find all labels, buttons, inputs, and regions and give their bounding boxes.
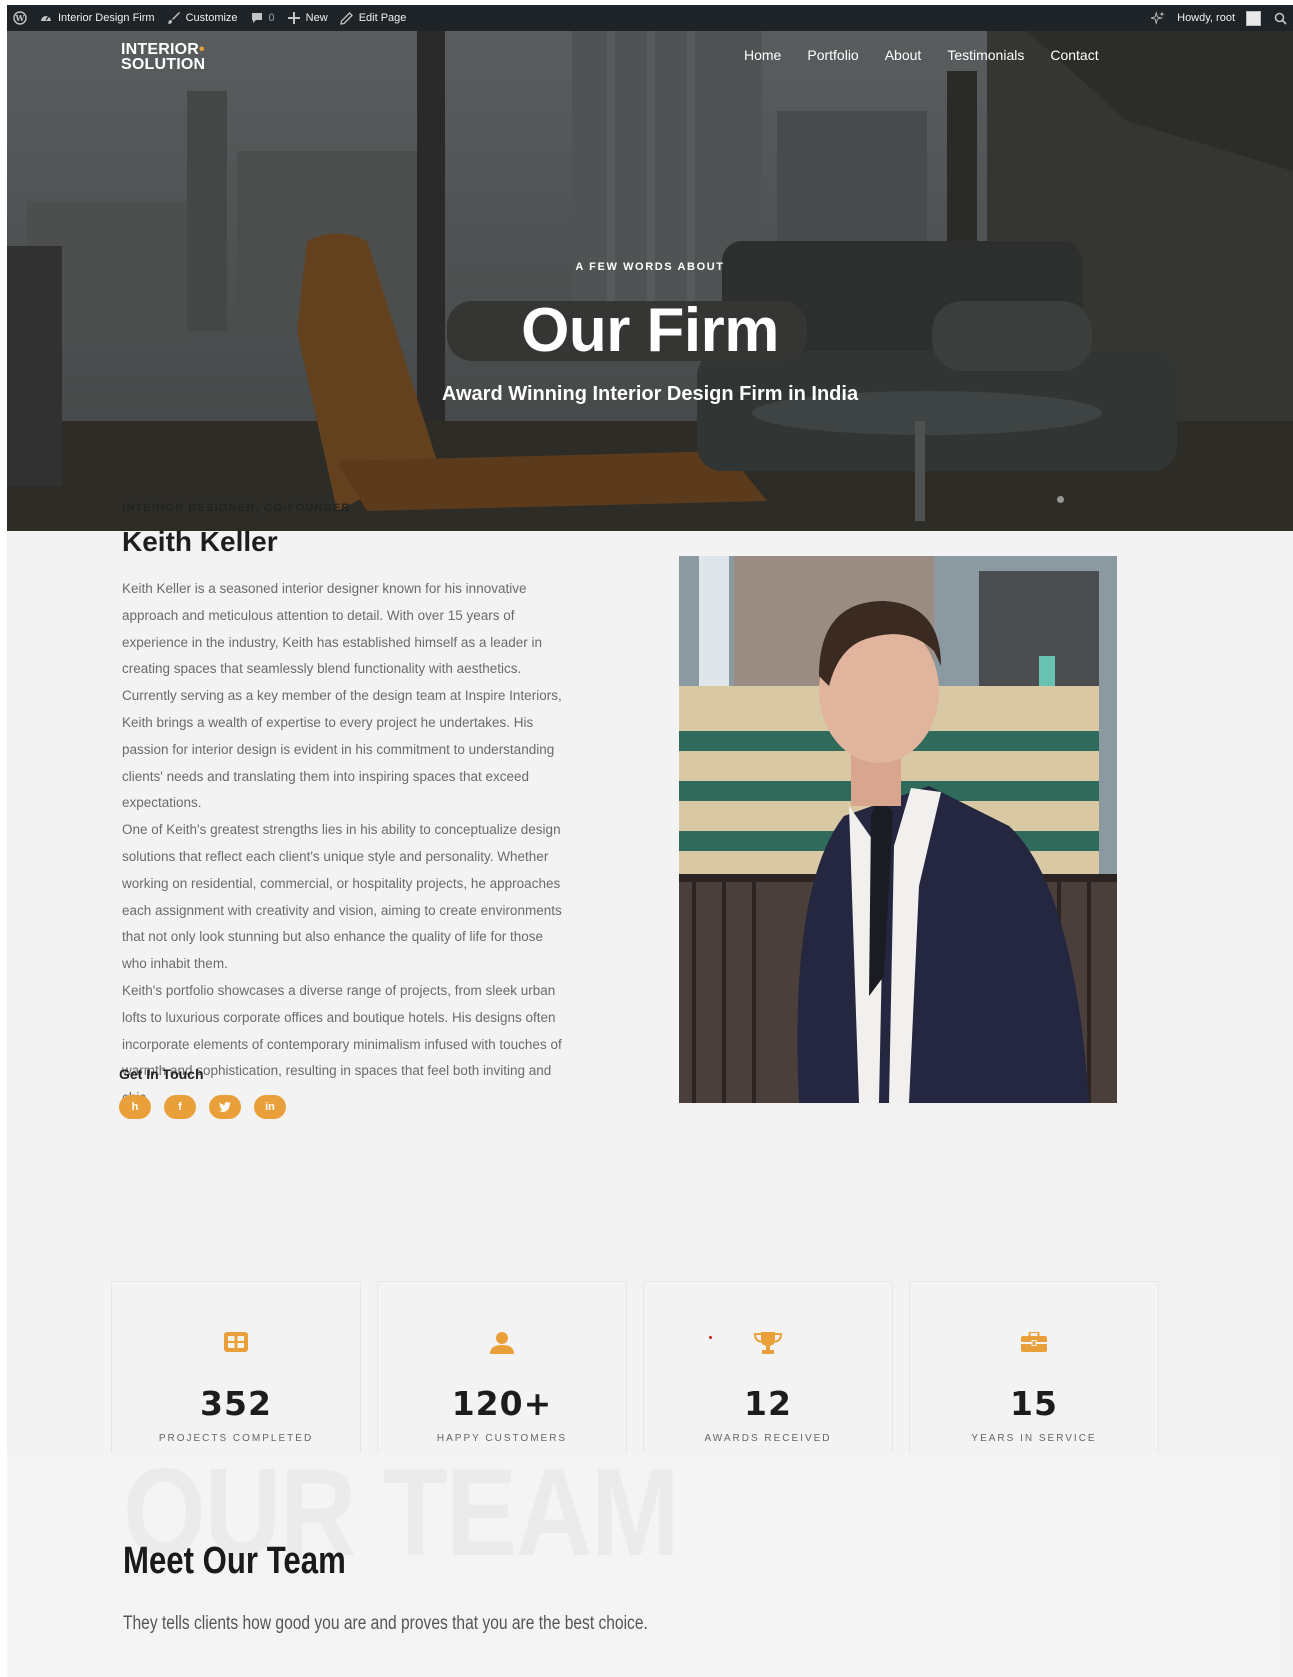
facebook-icon[interactable]: f xyxy=(164,1095,196,1119)
social-links: h f in xyxy=(119,1095,286,1119)
profile-photo xyxy=(679,556,1117,1103)
avatar xyxy=(1246,10,1261,26)
comments-link[interactable]: 0 xyxy=(244,5,281,31)
team-subtitle: They tells clients how good you are and … xyxy=(123,1613,648,1634)
admin-bar: W Interior Design Firm Customize 0 New E… xyxy=(7,5,1293,31)
site-logo[interactable]: INTERIOR• SOLUTION xyxy=(121,42,206,73)
new-content-link[interactable]: New xyxy=(281,5,334,31)
account-menu[interactable]: Howdy, root xyxy=(1171,5,1267,31)
main-navigation: Home Portfolio About Testimonials Contac… xyxy=(744,47,1125,63)
ai-assistant-button[interactable] xyxy=(1145,5,1171,31)
stray-dot xyxy=(709,1336,712,1339)
comments-count: 0 xyxy=(268,12,275,24)
wordpress-icon: W xyxy=(13,11,27,25)
stat-value: 12 xyxy=(744,1384,792,1423)
new-label: New xyxy=(305,12,328,24)
bio-paragraph: Keith Keller is a seasoned interior desi… xyxy=(122,581,562,811)
briefcase-icon xyxy=(910,1332,1158,1352)
bio-paragraph: Keith's portfolio showcases a diverse ra… xyxy=(122,982,562,1105)
user-icon xyxy=(378,1332,626,1354)
get-in-touch-heading: Get In Touch xyxy=(119,1066,204,1082)
site-name-label: Interior Design Firm xyxy=(58,12,155,24)
logo-line-2: SOLUTION xyxy=(121,56,206,73)
profile-bio: Keith Keller is a seasoned interior desi… xyxy=(122,576,562,1112)
customize-link[interactable]: Customize xyxy=(161,5,244,31)
site-name-link[interactable]: Interior Design Firm xyxy=(33,5,161,31)
customize-label: Customize xyxy=(185,12,238,24)
howdy-label: Howdy, root xyxy=(1177,12,1235,24)
houzz-icon[interactable]: h xyxy=(119,1095,151,1119)
stat-card: 12 AWARDS RECEIVED xyxy=(643,1281,893,1453)
profile-name: Keith Keller xyxy=(122,526,278,557)
trophy-icon xyxy=(644,1332,892,1354)
pencil-icon xyxy=(340,11,354,25)
team-title: Meet Our Team xyxy=(123,1540,346,1582)
bio-paragraph: One of Keith's greatest strengths lies i… xyxy=(122,822,562,972)
edit-page-label: Edit Page xyxy=(358,12,407,24)
linkedin-icon[interactable]: in xyxy=(254,1095,286,1119)
stat-value: 120+ xyxy=(451,1384,553,1423)
hero-overlay xyxy=(7,31,1293,531)
wordpress-logo-button[interactable]: W xyxy=(7,5,33,31)
nav-about[interactable]: About xyxy=(885,47,922,63)
nav-portfolio[interactable]: Portfolio xyxy=(807,47,858,63)
admin-search-button[interactable] xyxy=(1267,5,1293,31)
twitter-icon[interactable] xyxy=(209,1095,241,1119)
stat-card: 120+ HAPPY CUSTOMERS xyxy=(377,1281,627,1453)
comment-icon xyxy=(250,11,264,25)
hero-section: INTERIOR• SOLUTION Home Portfolio About … xyxy=(7,31,1293,531)
svg-text:W: W xyxy=(15,13,26,23)
brush-icon xyxy=(167,11,181,25)
edit-page-link[interactable]: Edit Page xyxy=(334,5,413,31)
nav-testimonials[interactable]: Testimonials xyxy=(947,47,1024,63)
nav-home[interactable]: Home xyxy=(744,47,781,63)
stat-label: YEARS IN SERVICE xyxy=(971,1433,1097,1444)
stat-value: 15 xyxy=(1010,1384,1058,1423)
stat-card: 352 PROJECTS COMPLETED xyxy=(111,1281,361,1453)
sparkle-icon xyxy=(1151,11,1165,25)
page: W Interior Design Firm Customize 0 New E… xyxy=(7,5,1293,1677)
slider-dot[interactable] xyxy=(1057,496,1064,503)
dashboard-icon xyxy=(39,11,53,25)
stat-card: 15 YEARS IN SERVICE xyxy=(909,1281,1159,1453)
stats-row: 352 PROJECTS COMPLETED 120+ HAPPY CUSTOM… xyxy=(111,1281,1159,1453)
hero-subtitle: Award Winning Interior Design Firm in In… xyxy=(441,383,859,405)
grid-icon xyxy=(112,1332,360,1352)
nav-contact[interactable]: Contact xyxy=(1050,47,1098,63)
profile-role: INTERIOR DESIGNER, CO-FOUNDER xyxy=(122,502,351,514)
plus-icon xyxy=(287,11,301,25)
hero-eyebrow: A FEW WORDS ABOUT xyxy=(575,261,725,273)
stat-label: AWARDS RECEIVED xyxy=(704,1433,832,1444)
search-icon xyxy=(1273,11,1287,25)
stat-value: 352 xyxy=(200,1384,272,1423)
hero-title: Our Firm xyxy=(521,296,779,365)
